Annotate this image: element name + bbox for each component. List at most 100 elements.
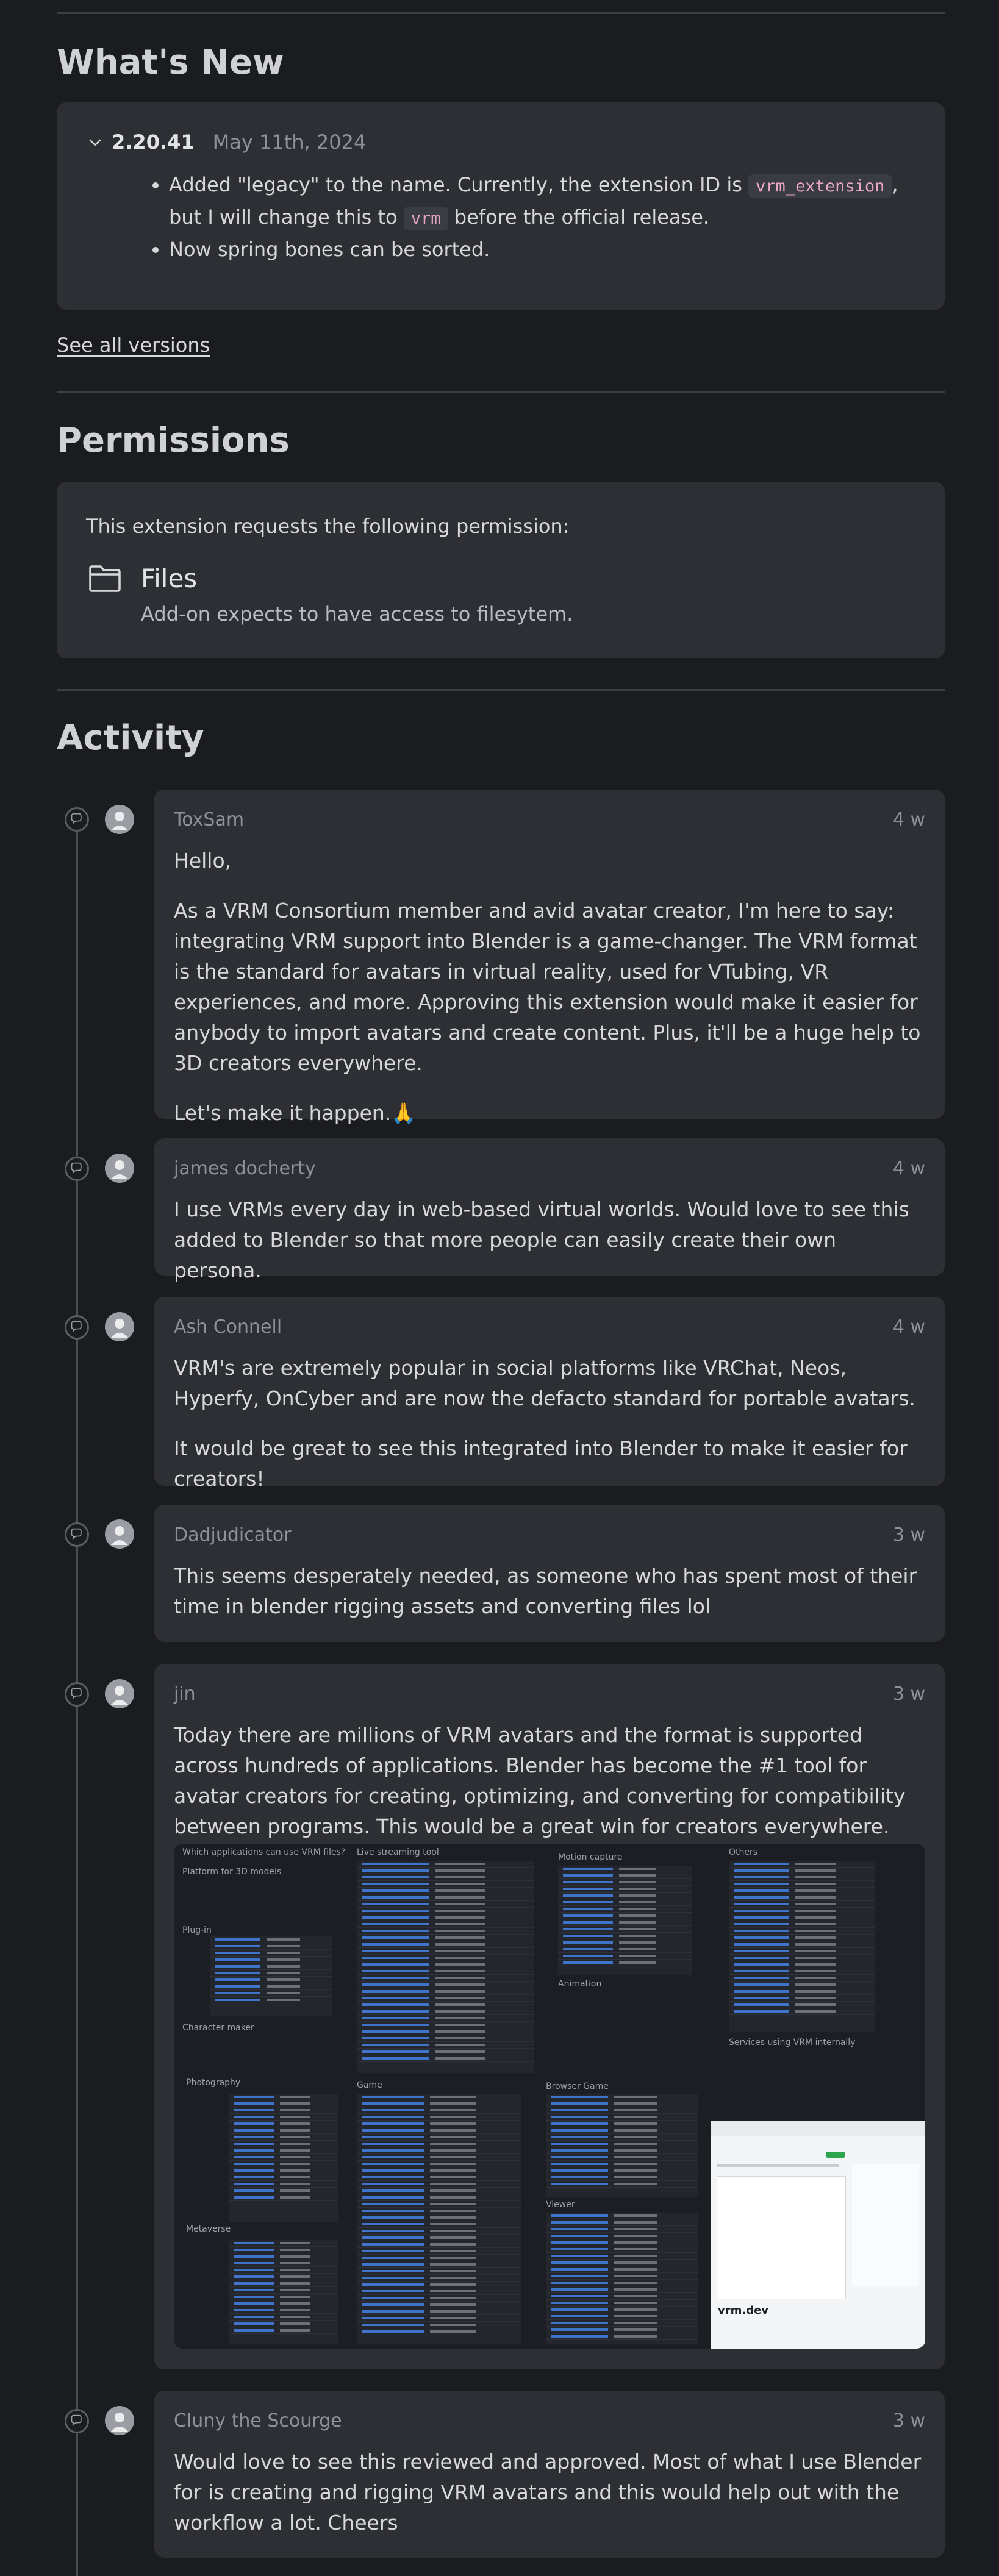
screenshot-table	[546, 2094, 698, 2197]
comment-body: This seems desperately needed, as someon…	[174, 1561, 930, 1641]
comment-icon	[65, 1522, 89, 1547]
comment-body: Would love to see this reviewed and appr…	[174, 2447, 930, 2558]
screenshot-section-title: Others	[729, 1847, 758, 1857]
screenshot-title: Which applications can use VRM files?	[182, 1847, 346, 1857]
screenshot-section-title: Plug-in	[182, 1925, 212, 1935]
comment-card: Ash Connell 4 w VRM's are extremely popu…	[154, 1297, 945, 1491]
avatar[interactable]	[105, 1154, 134, 1183]
comment-body: Today there are millions of VRM avatars …	[174, 1720, 930, 1861]
avatar-glyph-icon	[105, 1154, 134, 1183]
comment-age[interactable]: 3 w	[893, 1683, 925, 1705]
screenshot-section-title: Services using VRM internally	[729, 2038, 856, 2047]
comment-card: Cluny the Scourge 3 w Would love to see …	[154, 2391, 945, 2558]
screenshot-section-title: Motion capture	[558, 1852, 623, 1862]
divider	[57, 12, 945, 14]
screenshot-section-title: Game	[357, 2080, 382, 2090]
comment-paragraph: It would be great to see this integrated…	[174, 1436, 908, 1491]
see-all-versions-link[interactable]: See all versions	[57, 334, 210, 357]
comment-icon	[65, 2409, 89, 2433]
comment-age[interactable]: 3 w	[893, 1524, 925, 1546]
release-note: Now spring bones can be sorted.	[169, 234, 925, 265]
permissions-heading: Permissions	[57, 421, 290, 460]
attached-screenshot[interactable]: Which applications can use VRM files? Li…	[174, 1844, 925, 2349]
whats-new-heading: What's New	[57, 43, 284, 82]
chevron-down-icon	[89, 139, 101, 146]
comment-icon	[65, 1157, 89, 1181]
screenshot-section-title: Browser Game	[546, 2082, 609, 2091]
speech-bubble-icon	[71, 2414, 82, 2427]
github-screenshot: vrm.dev	[711, 2121, 925, 2349]
avatar-glyph-icon	[105, 805, 134, 834]
speech-bubble-icon	[71, 1528, 82, 1540]
screenshot-section-title: Photography	[186, 2078, 241, 2088]
comment-card: james docherty 4 w I use VRMs every day …	[154, 1138, 945, 1282]
speech-bubble-icon	[71, 1688, 82, 1700]
permissions-card: This extension requests the following pe…	[57, 482, 945, 658]
comment-paragraph: I use VRMs every day in web-based virtua…	[174, 1197, 909, 1282]
comment-author[interactable]: Dadjudicator	[174, 1524, 292, 1546]
comment-icon	[65, 807, 89, 832]
screenshot-table	[210, 1936, 332, 2016]
screenshot-table	[729, 1861, 875, 2032]
screenshot-table	[229, 2094, 338, 2222]
comment-card: ToxSam 4 w Hello, As a VRM Consortium me…	[154, 790, 945, 1125]
comment-body: Hello, As a VRM Consortium member and av…	[174, 846, 930, 1148]
comment-icon	[65, 1682, 89, 1707]
vrm-dev-title: vrm.dev	[718, 2304, 769, 2317]
comment-paragraph: As a VRM Consortium member and avid avat…	[174, 899, 921, 1075]
permission-title: Files	[141, 563, 198, 593]
release-note: Added "legacy" to the name. Currently, t…	[169, 169, 925, 234]
screenshot-section-title: Character maker	[182, 2023, 254, 2033]
comment-paragraph: VRM's are extremely popular in social pl…	[174, 1356, 915, 1410]
screenshot-table	[229, 2240, 338, 2344]
speech-bubble-icon	[71, 1162, 82, 1174]
screenshot-table	[558, 1866, 692, 1975]
comment-body: I use VRMs every day in web-based virtua…	[174, 1194, 930, 1305]
divider	[57, 391, 945, 393]
screenshot-table	[546, 2213, 698, 2344]
avatar-glyph-icon	[105, 2406, 134, 2435]
screenshot-section-title: Live streaming tool	[357, 1847, 439, 1857]
version-number: 2.20.41	[112, 130, 195, 154]
speech-bubble-icon	[71, 813, 82, 825]
permission-description: Add-on expects to have access to filesyt…	[141, 602, 573, 626]
note-text: Added "legacy" to the name. Currently, t…	[169, 173, 742, 196]
comment-card: Dadjudicator 3 w This seems desperately …	[154, 1505, 945, 1642]
avatar-glyph-icon	[105, 1519, 134, 1549]
comment-body: VRM's are extremely popular in social pl…	[174, 1353, 930, 1514]
comment-paragraph: Let's make it happen.🙏	[174, 1101, 417, 1125]
comment-author[interactable]: Ash Connell	[174, 1316, 282, 1338]
comment-age[interactable]: 4 w	[893, 809, 925, 830]
comment-author[interactable]: ToxSam	[174, 809, 244, 830]
screenshot-table	[357, 2094, 521, 2344]
release-notes: Added "legacy" to the name. Currently, t…	[148, 169, 925, 265]
avatar[interactable]	[105, 2406, 134, 2435]
speech-bubble-icon	[71, 1321, 82, 1333]
comment-age[interactable]: 4 w	[893, 1316, 925, 1338]
screenshot-section-title: Platform for 3D models	[182, 1867, 282, 1877]
avatar[interactable]	[105, 805, 134, 834]
activity-heading: Activity	[57, 718, 204, 758]
avatar[interactable]	[105, 1519, 134, 1549]
comment-paragraph: This seems desperately needed, as someon…	[174, 1564, 917, 1618]
comment-age[interactable]: 3 w	[893, 2410, 925, 2432]
comment-author[interactable]: jin	[174, 1683, 196, 1705]
comment-author[interactable]: james docherty	[174, 1158, 316, 1179]
version-date: May 11th, 2024	[212, 130, 367, 154]
comment-author[interactable]: Cluny the Scourge	[174, 2410, 342, 2432]
version-card: 2.20.41 May 11th, 2024 Added "legacy" to…	[57, 102, 945, 310]
screenshot-section-title: Animation	[558, 1979, 602, 1989]
avatar-glyph-icon	[105, 1312, 134, 1341]
comment-age[interactable]: 4 w	[893, 1158, 925, 1179]
divider	[57, 689, 945, 691]
comment-paragraph: Today there are millions of VRM avatars …	[174, 1723, 906, 1838]
avatar[interactable]	[105, 1312, 134, 1341]
avatar[interactable]	[105, 1679, 134, 1708]
comment-icon	[65, 1315, 89, 1340]
code-vrm: vrm	[403, 207, 448, 230]
version-toggle[interactable]: 2.20.41 May 11th, 2024	[86, 130, 366, 154]
avatar-glyph-icon	[105, 1679, 134, 1708]
code-extension-id: vrm_extension	[748, 174, 892, 198]
screenshot-section-title: Viewer	[546, 2200, 575, 2210]
folder-icon	[89, 565, 121, 592]
